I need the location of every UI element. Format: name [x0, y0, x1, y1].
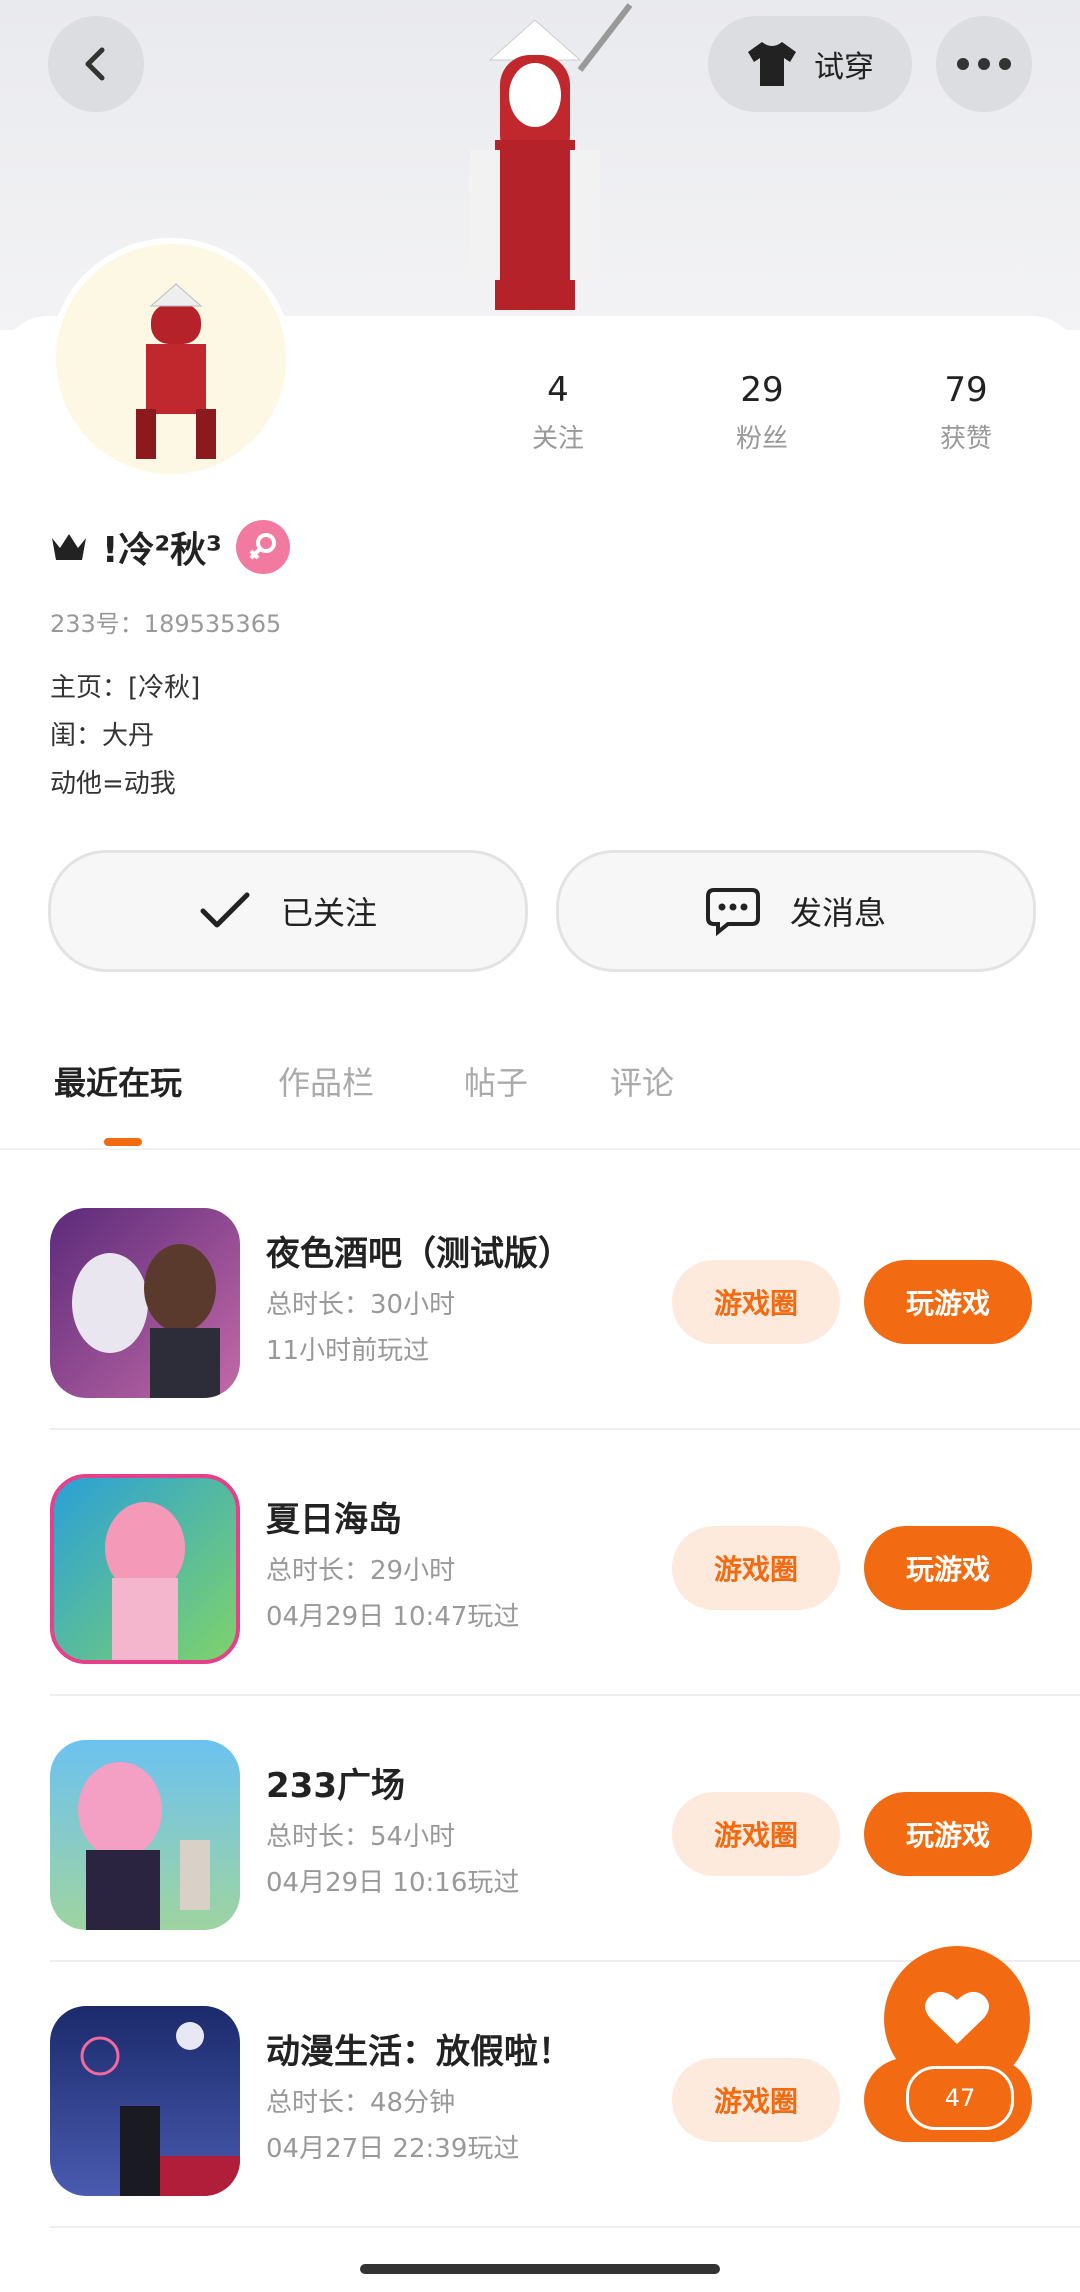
stat-following-label: 关注: [531, 424, 584, 454]
tab-posts[interactable]: 帖子: [464, 1058, 528, 1104]
game-last-played: 04月29日 10:47玩过: [266, 1602, 520, 1632]
profile-bio: 主页：[冷秋] 闺：大丹 动他=动我: [50, 673, 201, 799]
home-indicator: [360, 2264, 720, 2274]
game-total-time: 总时长：29小时: [266, 1556, 456, 1586]
game-title: 夏日海岛: [266, 1500, 402, 1540]
stat-fans[interactable]: 29 粉丝: [682, 370, 842, 455]
play-game-button[interactable]: 玩游戏: [864, 1792, 1032, 1876]
more-options-button[interactable]: [936, 16, 1032, 112]
game-circle-button[interactable]: 游戏圈: [672, 2058, 840, 2142]
stat-following-value: 4: [547, 370, 569, 410]
stat-likes-label: 获赞: [939, 424, 992, 454]
stat-likes[interactable]: 79 获赞: [886, 370, 1046, 455]
game-last-played: 11小时前玩过: [266, 1336, 430, 1366]
play-game-button[interactable]: 玩游戏: [864, 1526, 1032, 1610]
game-icon-233-plaza: [50, 1740, 240, 1930]
profile-tabs: 最近在玩 作品栏 帖子 评论: [0, 1050, 1080, 1150]
avatar-image: [136, 283, 216, 459]
avatar[interactable]: [50, 238, 292, 480]
game-icon-anime-life: [50, 2006, 240, 2196]
game-total-time: 总时长：30小时: [266, 1290, 456, 1320]
check-icon: [200, 892, 250, 928]
stat-following[interactable]: 4 关注: [478, 370, 638, 455]
try-on-label: 试穿: [814, 50, 874, 85]
game-title: 233广场: [266, 1766, 405, 1806]
stat-fans-value: 29: [740, 370, 784, 410]
game-title: 动漫生活：放假啦！: [266, 2032, 572, 2072]
send-message-label: 发消息: [789, 894, 886, 932]
game-circle-button[interactable]: 游戏圈: [672, 1792, 840, 1876]
game-list-item[interactable]: 夏日海岛 总时长：29小时 04月29日 10:47玩过 游戏圈 玩游戏: [50, 1428, 1080, 1696]
tab-comments[interactable]: 评论: [610, 1058, 674, 1104]
following-label: 已关注: [280, 894, 377, 932]
profile-name-row: !冷²秋³: [50, 520, 290, 574]
stat-fans-label: 粉丝: [735, 424, 788, 454]
like-count: 47: [906, 2066, 1014, 2130]
chevron-left-icon: [85, 47, 105, 81]
female-gender-icon: [235, 520, 290, 574]
tab-recently-played[interactable]: 最近在玩: [54, 1058, 182, 1104]
game-circle-button[interactable]: 游戏圈: [672, 1260, 840, 1344]
following-button[interactable]: 已关注: [48, 850, 528, 972]
shirt-icon: [748, 42, 796, 86]
tab-works[interactable]: 作品栏: [278, 1058, 374, 1104]
user-id: 233号：189535365: [50, 610, 282, 638]
active-tab-indicator: [104, 1138, 142, 1146]
game-title: 夜色酒吧（测试版）: [266, 1234, 572, 1274]
game-icon-night-bar: [50, 1208, 240, 1398]
stat-likes-value: 79: [944, 370, 988, 410]
game-total-time: 总时长：48分钟: [266, 2088, 456, 2118]
play-game-button[interactable]: 玩游戏: [864, 1260, 1032, 1344]
crown-icon: [52, 534, 86, 560]
game-circle-button[interactable]: 游戏圈: [672, 1526, 840, 1610]
more-dots-icon: [957, 58, 1011, 70]
try-on-button[interactable]: 试穿: [708, 16, 912, 112]
character-avatar-image: [470, 3, 633, 310]
profile-name: !冷²秋³: [102, 530, 222, 571]
game-total-time: 总时长：54小时: [266, 1822, 456, 1852]
game-list-item[interactable]: 夜色酒吧（测试版） 总时长：30小时 11小时前玩过 游戏圈 玩游戏: [50, 1162, 1080, 1430]
send-message-button[interactable]: 发消息: [556, 850, 1036, 972]
back-button[interactable]: [48, 16, 144, 112]
message-bubble-icon: [705, 888, 760, 936]
game-list-item[interactable]: 233广场 总时长：54小时 04月29日 10:16玩过 游戏圈 玩游戏: [50, 1694, 1080, 1962]
game-last-played: 04月29日 10:16玩过: [266, 1868, 520, 1898]
game-last-played: 04月27日 22:39玩过: [266, 2134, 520, 2164]
game-icon-summer-island: [50, 1474, 240, 1664]
